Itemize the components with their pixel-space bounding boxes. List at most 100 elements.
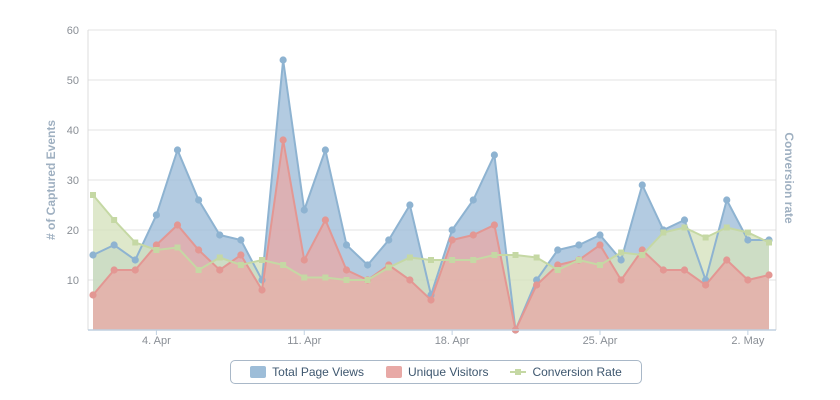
point-conversion-rate[interactable] (406, 254, 413, 261)
point-conversion-rate[interactable] (90, 192, 96, 198)
legend-label-total-page-views: Total Page Views (272, 365, 364, 379)
point-total-page-views[interactable] (575, 241, 583, 249)
point-total-page-views[interactable] (406, 201, 414, 209)
point-total-page-views[interactable] (195, 196, 203, 204)
point-unique-visitors[interactable] (427, 296, 435, 304)
point-conversion-rate[interactable] (195, 267, 202, 273)
point-unique-visitors[interactable] (321, 216, 329, 224)
area-chart: 60 50 40 30 20 10 4. Apr 11. Apr 18. Apr 25. Apr 2… (44, 25, 796, 347)
point-unique-visitors[interactable] (173, 221, 182, 229)
point-conversion-rate[interactable] (660, 229, 667, 236)
legend-item-total-page-views[interactable]: Total Page Views (250, 365, 364, 379)
point-conversion-rate[interactable] (575, 257, 582, 263)
point-total-page-views[interactable] (364, 261, 372, 269)
point-total-page-views[interactable] (300, 206, 308, 214)
point-conversion-rate[interactable] (385, 264, 392, 271)
point-total-page-views[interactable] (237, 236, 245, 244)
point-conversion-rate[interactable] (681, 224, 688, 231)
point-conversion-rate[interactable] (723, 224, 730, 231)
y-axis-title: # of Captured Events (44, 120, 58, 240)
y-tick-label: 20 (67, 225, 79, 237)
point-total-page-views[interactable] (596, 231, 604, 239)
point-total-page-views[interactable] (490, 151, 498, 159)
point-total-page-views[interactable] (744, 236, 752, 244)
point-unique-visitors[interactable] (617, 276, 625, 284)
legend-label-conversion-rate: Conversion Rate (532, 365, 622, 379)
secondary-y-axis-title: Conversion rate (782, 132, 796, 224)
point-total-page-views[interactable] (321, 146, 329, 154)
point-unique-visitors[interactable] (216, 266, 224, 274)
point-unique-visitors[interactable] (131, 266, 139, 274)
point-conversion-rate[interactable] (132, 239, 139, 246)
point-conversion-rate[interactable] (428, 257, 434, 263)
point-conversion-rate[interactable] (470, 257, 477, 263)
point-conversion-rate[interactable] (533, 254, 540, 261)
point-conversion-rate[interactable] (280, 262, 287, 268)
point-total-page-views[interactable] (342, 241, 351, 249)
point-conversion-rate[interactable] (618, 249, 625, 256)
point-conversion-rate[interactable] (237, 262, 244, 268)
point-unique-visitors[interactable] (195, 246, 203, 254)
point-total-page-views[interactable] (469, 196, 477, 204)
y-tick-label: 10 (67, 275, 79, 287)
point-unique-visitors[interactable] (237, 251, 245, 259)
point-total-page-views[interactable] (617, 256, 625, 264)
legend-swatch-unique-visitors (385, 366, 402, 378)
legend-item-conversion-rate[interactable]: Conversion Rate (510, 365, 622, 379)
point-unique-visitors[interactable] (110, 266, 118, 274)
point-conversion-rate[interactable] (259, 257, 265, 263)
point-total-page-views[interactable] (216, 231, 224, 239)
point-conversion-rate[interactable] (301, 274, 308, 281)
point-unique-visitors[interactable] (342, 266, 351, 274)
point-unique-visitors[interactable] (744, 276, 752, 284)
point-unique-visitors[interactable] (258, 286, 266, 294)
point-unique-visitors[interactable] (765, 271, 773, 279)
point-conversion-rate[interactable] (597, 262, 603, 268)
point-total-page-views[interactable] (680, 216, 689, 224)
point-unique-visitors[interactable] (533, 281, 541, 289)
point-unique-visitors[interactable] (300, 256, 308, 264)
point-conversion-rate[interactable] (364, 277, 371, 283)
point-total-page-views[interactable] (638, 181, 646, 189)
point-unique-visitors[interactable] (659, 266, 667, 274)
point-unique-visitors[interactable] (702, 281, 710, 289)
point-conversion-rate[interactable] (216, 254, 223, 261)
legend-item-unique-visitors[interactable]: Unique Visitors (385, 365, 488, 379)
point-conversion-rate[interactable] (554, 267, 561, 273)
point-unique-visitors[interactable] (279, 136, 287, 144)
point-conversion-rate[interactable] (639, 252, 646, 258)
point-total-page-views[interactable] (173, 146, 182, 154)
point-conversion-rate[interactable] (766, 239, 772, 246)
point-total-page-views[interactable] (723, 196, 731, 204)
point-total-page-views[interactable] (131, 256, 139, 264)
point-conversion-rate[interactable] (174, 244, 181, 251)
point-unique-visitors[interactable] (469, 231, 477, 239)
point-unique-visitors[interactable] (490, 221, 498, 229)
point-unique-visitors[interactable] (448, 236, 456, 244)
x-tick-label: 2. May (731, 335, 765, 347)
point-unique-visitors[interactable] (596, 241, 604, 249)
point-unique-visitors[interactable] (406, 276, 414, 284)
point-unique-visitors[interactable] (723, 256, 731, 264)
point-unique-visitors[interactable] (680, 266, 689, 274)
point-total-page-views[interactable] (554, 246, 562, 254)
point-total-page-views[interactable] (279, 56, 287, 64)
point-conversion-rate[interactable] (702, 234, 709, 241)
point-total-page-views[interactable] (152, 211, 160, 219)
point-total-page-views[interactable] (385, 236, 393, 244)
point-conversion-rate[interactable] (512, 252, 519, 258)
point-conversion-rate[interactable] (111, 217, 118, 223)
legend: Total Page Views Unique Visitors Convers… (230, 360, 642, 384)
x-tick-label: 4. Apr (142, 335, 171, 347)
point-conversion-rate[interactable] (322, 274, 329, 281)
point-conversion-rate[interactable] (449, 257, 456, 263)
point-unique-visitors[interactable] (89, 291, 97, 299)
point-total-page-views[interactable] (89, 251, 97, 259)
point-total-page-views[interactable] (448, 226, 456, 234)
y-tick-label: 40 (67, 125, 79, 137)
point-conversion-rate[interactable] (744, 229, 751, 236)
point-conversion-rate[interactable] (491, 252, 498, 258)
point-total-page-views[interactable] (110, 241, 118, 249)
point-conversion-rate[interactable] (343, 277, 350, 283)
point-conversion-rate[interactable] (153, 247, 160, 253)
